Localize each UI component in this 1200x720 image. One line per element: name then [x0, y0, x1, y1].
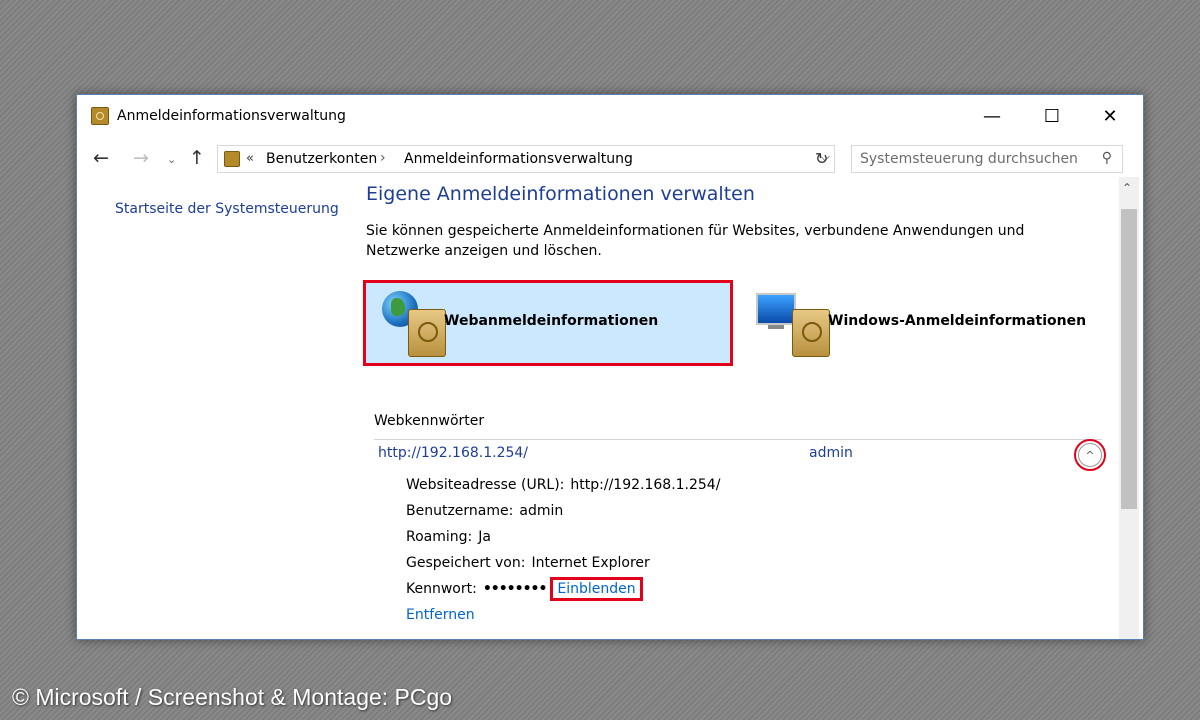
detail-key: Kennwort: — [406, 581, 477, 597]
detail-key: Websiteadresse (URL): — [406, 477, 565, 493]
page-description: Sie können gespeicherte Anmeldeinformati… — [366, 223, 1025, 259]
sidebar-link-control-panel-home[interactable]: Startseite der Systemsteuerung — [115, 201, 339, 217]
web-credentials-tile[interactable]: Webanmeldeinformationen — [363, 280, 733, 366]
windows-credentials-label: Windows-Anmeldeinformationen — [828, 313, 1087, 329]
recent-locations-chevron-icon[interactable]: ⌄ — [167, 153, 176, 166]
close-button[interactable]: ✕ — [1081, 95, 1139, 137]
minimize-button[interactable]: — — [963, 95, 1021, 137]
detail-row-saved-by: Gespeichert von: Internet Explorer — [406, 555, 650, 571]
breadcrumb-credential-manager[interactable]: Anmeldeinformationsverwaltung — [404, 151, 633, 167]
search-icon[interactable]: ⚲ — [1102, 150, 1112, 166]
credential-entry-user[interactable]: admin — [809, 445, 853, 461]
scroll-up-icon[interactable]: ⌃ — [1122, 181, 1132, 195]
detail-value: admin — [519, 503, 564, 519]
title-bar[interactable]: Anmeldeinformationsverwaltung — ☐ ✕ — [77, 95, 1143, 137]
control-panel-icon — [224, 151, 240, 167]
search-placeholder: Systemsteuerung durchsuchen — [860, 151, 1078, 167]
credential-manager-window: Anmeldeinformationsverwaltung — ☐ ✕ ← → … — [76, 94, 1144, 640]
search-input[interactable]: Systemsteuerung durchsuchen ⚲ — [851, 145, 1123, 173]
breadcrumb-separator-icon[interactable]: › — [380, 150, 386, 166]
address-field[interactable]: « Benutzerkonten › Anmeldeinformationsve… — [217, 145, 835, 173]
safe-icon — [792, 309, 830, 357]
detail-key: Gespeichert von: — [406, 555, 526, 571]
password-mask: •••••••• — [482, 581, 548, 597]
forward-arrow-icon[interactable]: → — [133, 147, 149, 169]
detail-row-username: Benutzername: admin — [406, 503, 563, 519]
page-title: Eigene Anmeldeinformationen verwalten — [366, 183, 755, 205]
detail-row-website: Websiteadresse (URL): http://192.168.1.25… — [406, 477, 720, 493]
detail-value: http://192.168.1.254/ — [570, 477, 721, 493]
detail-row-password: Kennwort: •••••••• Einblenden — [406, 577, 643, 601]
detail-key: Benutzername: — [406, 503, 514, 519]
detail-value: Internet Explorer — [531, 555, 650, 571]
collapse-entry-icon[interactable]: ^ — [1074, 439, 1106, 471]
remove-credential-link[interactable]: Entfernen — [406, 607, 475, 623]
credential-manager-icon — [91, 107, 109, 125]
breadcrumb-overflow[interactable]: « — [246, 151, 254, 166]
copyright-watermark: © Microsoft / Screenshot & Montage: PCgo — [12, 684, 453, 710]
main-content: Eigene Anmeldeinformationen verwalten Si… — [363, 177, 1120, 639]
safe-icon — [408, 309, 446, 357]
section-title-web-passwords: Webkennwörter — [374, 413, 485, 429]
monitor-icon — [756, 293, 796, 329]
refresh-icon[interactable]: ↻ — [815, 149, 828, 168]
scroll-thumb[interactable] — [1121, 209, 1137, 509]
detail-value: Ja — [478, 529, 491, 545]
breadcrumb-benutzerkonten[interactable]: Benutzerkonten — [266, 151, 377, 167]
web-credentials-label: Webanmeldeinformationen — [444, 313, 659, 329]
detail-key: Roaming: — [406, 529, 473, 545]
address-bar-row: ← → ⌄ ↑ « Benutzerkonten › Anmeldeinform… — [77, 141, 1143, 175]
show-password-link[interactable]: Einblenden — [550, 577, 643, 601]
back-arrow-icon[interactable]: ← — [93, 147, 109, 169]
vertical-scrollbar[interactable]: ⌃ — [1119, 177, 1139, 639]
windows-credentials-tile[interactable]: Windows-Anmeldeinformationen — [750, 283, 1114, 363]
detail-row-roaming: Roaming: Ja — [406, 529, 491, 545]
credential-entry-url[interactable]: http://192.168.1.254/ — [378, 445, 528, 461]
section-divider — [374, 439, 1102, 440]
window-title: Anmeldeinformationsverwaltung — [117, 108, 346, 124]
maximize-button[interactable]: ☐ — [1023, 95, 1081, 137]
up-arrow-icon[interactable]: ↑ — [189, 147, 205, 169]
